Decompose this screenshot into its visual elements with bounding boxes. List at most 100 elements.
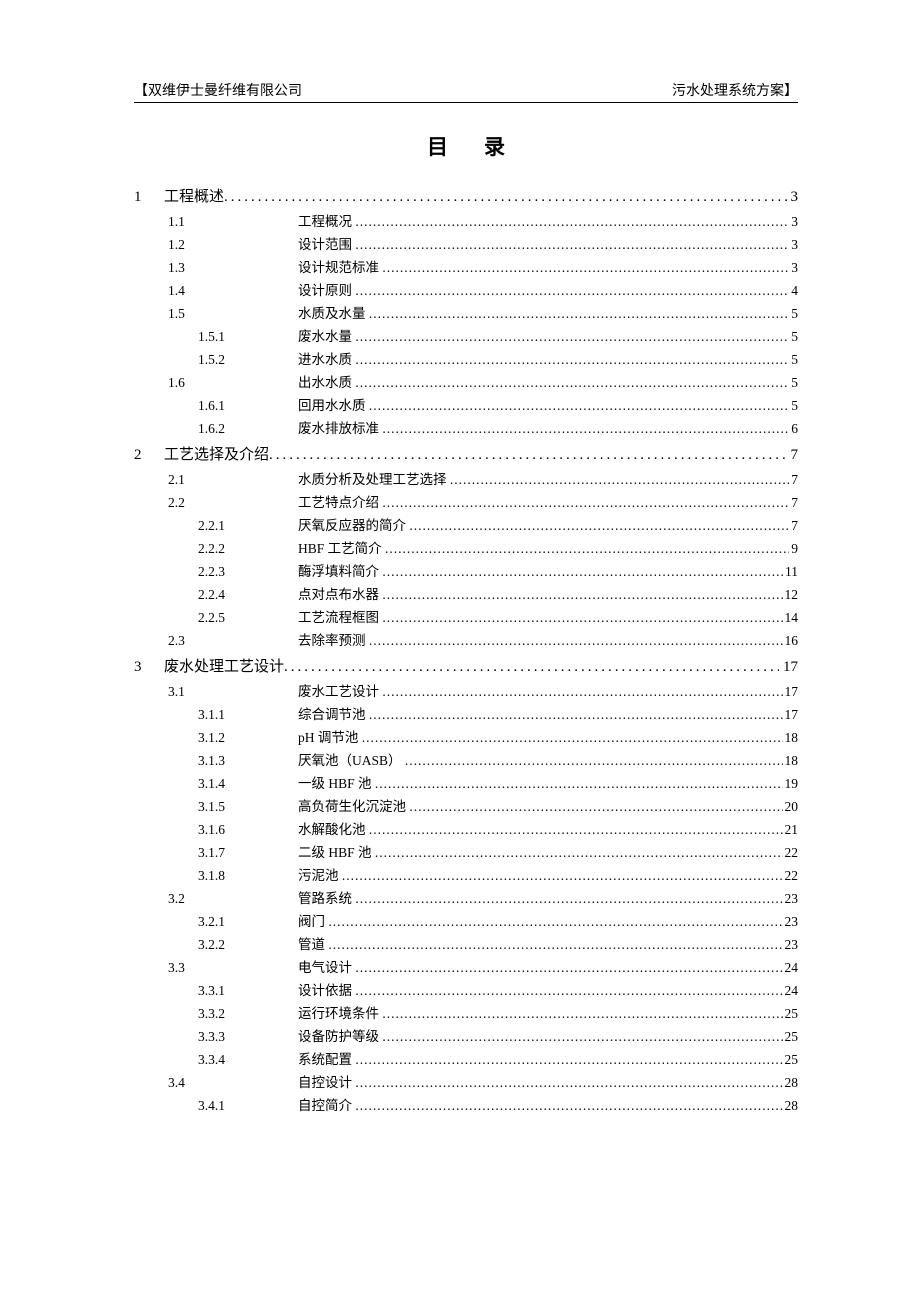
toc-page: 3: [789, 214, 798, 230]
toc-entry[interactable]: 3.2.2管道 23: [134, 933, 798, 953]
toc-text: 一级 HBF 池: [298, 772, 372, 792]
toc-number: 1.5.2: [198, 352, 298, 368]
toc-page: 17: [783, 684, 799, 700]
toc-number: 1.4: [168, 283, 298, 299]
toc-text: 厌氧反应器的简介: [298, 514, 406, 534]
toc-number: 1: [134, 189, 164, 206]
toc-page: 5: [789, 352, 798, 368]
toc-leader: [382, 495, 789, 511]
toc-page: 4: [789, 283, 798, 299]
toc-entry[interactable]: 3.3.2运行环境条件 25: [134, 1002, 798, 1022]
toc-entry[interactable]: 3.1.6水解酸化池 21: [134, 818, 798, 838]
toc-entry[interactable]: 1.6.2废水排放标准 6: [134, 417, 798, 437]
toc-text: 管道: [298, 933, 325, 953]
toc-entry[interactable]: 1.4设计原则 4: [134, 279, 798, 299]
toc-leader: [382, 587, 782, 603]
toc-entry[interactable]: 1.3设计规范标准 3: [134, 256, 798, 276]
toc-leader: [382, 260, 789, 276]
toc-entry[interactable]: 1.5水质及水量 5: [134, 302, 798, 322]
toc-entry[interactable]: 1工程概述3: [134, 185, 798, 206]
toc-number: 1.5.1: [198, 329, 298, 345]
toc-entry[interactable]: 2.2.4点对点布水器 12: [134, 583, 798, 603]
toc-leader: [409, 799, 782, 815]
toc-number: 2.2.5: [198, 610, 298, 626]
toc-entry[interactable]: 2.2.1厌氧反应器的简介 7: [134, 514, 798, 534]
toc-text: 点对点布水器: [298, 583, 379, 603]
toc-entry[interactable]: 1.2设计范围 3: [134, 233, 798, 253]
toc-entry[interactable]: 3.1.2pH 调节池 18: [134, 726, 798, 746]
toc-entry[interactable]: 3.1.1综合调节池 17: [134, 703, 798, 723]
toc-leader: [405, 753, 783, 769]
toc-text: 出水水质: [298, 371, 352, 391]
toc-leader: [450, 472, 789, 488]
toc-leader: [355, 352, 789, 368]
toc-leader: [385, 541, 789, 557]
toc-text: 工程概况: [298, 210, 352, 230]
toc-entry[interactable]: 2.1水质分析及处理工艺选择 7: [134, 468, 798, 488]
toc-entry[interactable]: 3.1.5高负荷生化沉淀池 20: [134, 795, 798, 815]
toc-entry[interactable]: 3.1.7二级 HBF 池 22: [134, 841, 798, 861]
toc-leader: [355, 983, 782, 999]
toc-entry[interactable]: 3.1.8污泥池 22: [134, 864, 798, 884]
toc-entry[interactable]: 1.6出水水质 5: [134, 371, 798, 391]
toc-number: 3.1.2: [198, 730, 298, 746]
toc-entry[interactable]: 3.3.3设备防护等级 25: [134, 1025, 798, 1045]
toc-number: 2.2.4: [198, 587, 298, 603]
toc-page: 18: [783, 730, 799, 746]
page-header: 【双维伊士曼纤维有限公司 污水处理系统方案】: [134, 80, 798, 103]
toc-entry[interactable]: 3.2.1阀门 23: [134, 910, 798, 930]
toc-text: 设备防护等级: [298, 1025, 379, 1045]
toc-entry[interactable]: 1.5.2进水水质 5: [134, 348, 798, 368]
toc-leader: [355, 329, 789, 345]
toc-entry[interactable]: 2工艺选择及介绍7: [134, 443, 798, 464]
toc-entry[interactable]: 2.3去除率预测 16: [134, 629, 798, 649]
toc-entry[interactable]: 1.6.1回用水水质 5: [134, 394, 798, 414]
toc-page: 22: [783, 845, 799, 861]
toc-text: 酶浮填料简介: [298, 560, 379, 580]
toc-leader: [328, 914, 782, 930]
toc-entry[interactable]: 3.1.4一级 HBF 池 19: [134, 772, 798, 792]
toc-entry[interactable]: 2.2.3酶浮填料简介 11: [134, 560, 798, 580]
toc-text: 废水工艺设计: [298, 680, 379, 700]
toc-entry[interactable]: 3废水处理工艺设计17: [134, 655, 798, 676]
header-left: 【双维伊士曼纤维有限公司: [134, 80, 302, 100]
toc-entry[interactable]: 2.2.5工艺流程框图 14: [134, 606, 798, 626]
toc-entry[interactable]: 3.4自控设计 28: [134, 1071, 798, 1091]
toc-number: 3.3.2: [198, 1006, 298, 1022]
toc-number: 1.2: [168, 237, 298, 253]
toc-leader: [409, 518, 789, 534]
toc-leader: [375, 776, 783, 792]
toc-leader: [375, 845, 783, 861]
toc-text: 水质分析及处理工艺选择: [298, 468, 447, 488]
toc-number: 2.2.3: [198, 564, 298, 580]
toc-number: 3.1.1: [198, 707, 298, 723]
header-right: 污水处理系统方案】: [672, 80, 798, 100]
toc-entry[interactable]: 3.3.1设计依据 24: [134, 979, 798, 999]
toc-page: 5: [789, 329, 798, 345]
toc-entry[interactable]: 3.1废水工艺设计 17: [134, 680, 798, 700]
toc-page: 11: [783, 564, 798, 580]
toc-number: 3.3.1: [198, 983, 298, 999]
toc-leader: [382, 421, 789, 437]
toc-entry[interactable]: 1.5.1废水水量 5: [134, 325, 798, 345]
toc-entry[interactable]: 3.4.1自控简介 28: [134, 1094, 798, 1114]
toc-text: 回用水水质: [298, 394, 366, 414]
toc-text: 污泥池: [298, 864, 339, 884]
toc-text: 设计范围: [298, 233, 352, 253]
toc-title: 目录: [134, 131, 798, 161]
toc-entry[interactable]: 2.2工艺特点介绍 7: [134, 491, 798, 511]
toc-leader: [369, 707, 783, 723]
toc-page: 3: [789, 260, 798, 276]
toc-number: 3.1.6: [198, 822, 298, 838]
toc-entry[interactable]: 2.2.2HBF 工艺简介 9: [134, 537, 798, 557]
toc-entry[interactable]: 3.2管路系统 23: [134, 887, 798, 907]
toc-page: 7: [789, 518, 798, 534]
toc-text: 系统配置: [298, 1048, 352, 1068]
toc-entry[interactable]: 1.1工程概况 3: [134, 210, 798, 230]
toc-page: 7: [789, 495, 798, 511]
toc-leader: [382, 1029, 782, 1045]
toc-entry[interactable]: 3.3.4系统配置 25: [134, 1048, 798, 1068]
toc-text: 废水水量: [298, 325, 352, 345]
toc-entry[interactable]: 3.1.3厌氧池（UASB） 18: [134, 749, 798, 769]
toc-entry[interactable]: 3.3电气设计 24: [134, 956, 798, 976]
